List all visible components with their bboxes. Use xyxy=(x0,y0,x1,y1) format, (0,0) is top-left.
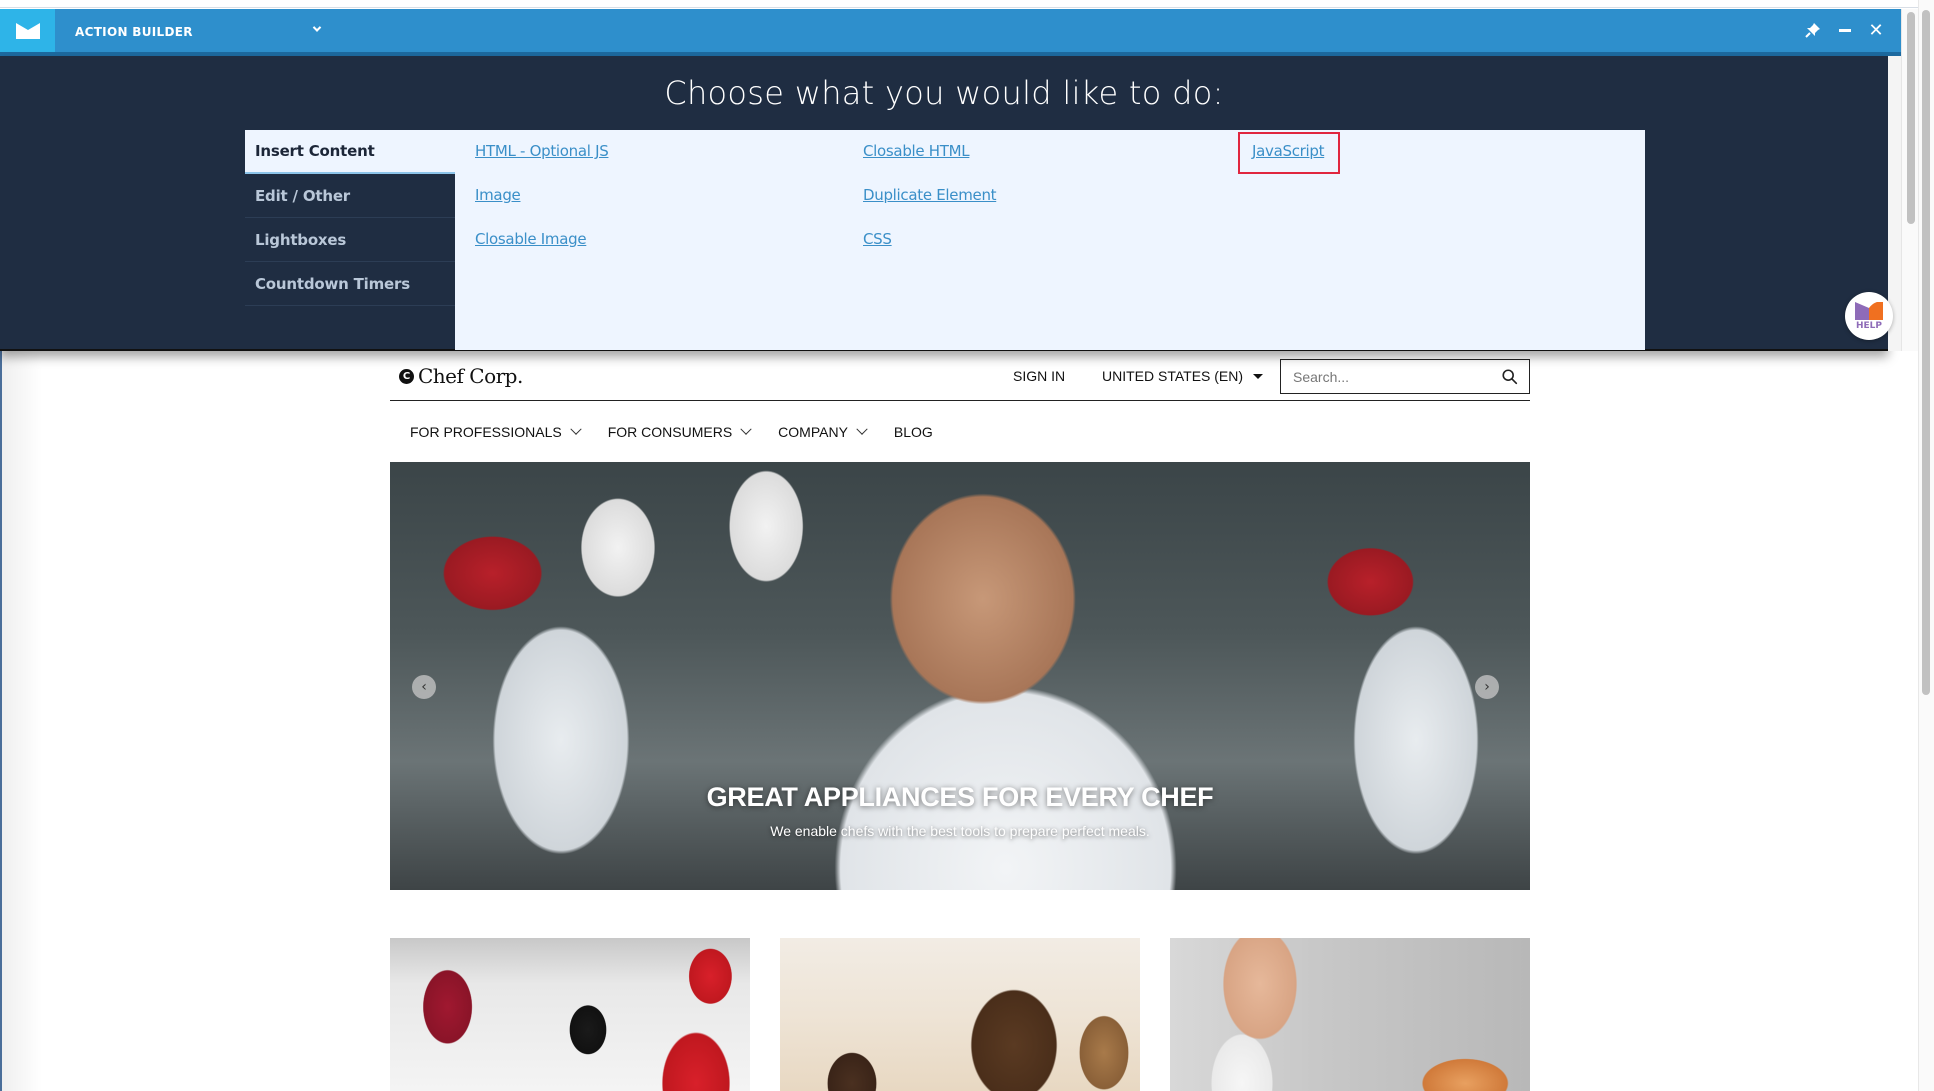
action-javascript[interactable]: JavaScript xyxy=(1252,142,1325,160)
hero-carousel: ‹ › GREAT APPLIANCES FOR EVERY CHEF We e… xyxy=(390,462,1530,890)
action-html-optional-js[interactable]: HTML - Optional JS xyxy=(475,142,609,160)
site-logo[interactable]: C Chef Corp. xyxy=(399,364,523,388)
header-divider xyxy=(390,400,1530,401)
action-builder-panel: Choose what you would like to do: Insert… xyxy=(0,56,1888,351)
carousel-next-button[interactable]: › xyxy=(1475,675,1499,699)
action-closable-html[interactable]: Closable HTML xyxy=(863,142,970,160)
nav-for-consumers[interactable]: FOR CONSUMERS xyxy=(607,423,752,440)
promo-card-chefs[interactable] xyxy=(390,938,750,1091)
region-label: UNITED STATES (EN) xyxy=(1102,368,1244,384)
chevron-down-icon xyxy=(570,423,582,435)
region-selector[interactable]: UNITED STATES (EN) xyxy=(1102,368,1264,384)
help-button[interactable]: HELP xyxy=(1845,292,1893,340)
chevron-left-icon: ‹ xyxy=(421,679,427,695)
caret-down-icon xyxy=(1253,373,1264,379)
site-search[interactable] xyxy=(1280,359,1530,394)
chevron-down-icon xyxy=(312,23,322,32)
nav-company[interactable]: COMPANY xyxy=(778,423,868,440)
category-tabs: Insert Content Edit / Other Lightboxes C… xyxy=(245,130,455,306)
action-closable-image[interactable]: Closable Image xyxy=(475,230,587,248)
hero-subtitle: We enable chefs with the best tools to p… xyxy=(770,823,1150,839)
promo-card-consumers[interactable] xyxy=(780,938,1140,1091)
action-builder-title: ACTION BUILDER xyxy=(75,25,193,39)
tab-insert-content[interactable]: Insert Content xyxy=(245,130,455,174)
chevron-down-icon xyxy=(740,423,752,435)
brand-name: Chef Corp. xyxy=(418,364,523,388)
tab-edit-other[interactable]: Edit / Other xyxy=(245,174,455,218)
page-scrollbar-thumb[interactable] xyxy=(1922,10,1930,695)
search-input[interactable] xyxy=(1293,368,1501,385)
tab-countdown-timers[interactable]: Countdown Timers xyxy=(245,262,455,306)
help-logo-icon xyxy=(1855,301,1883,320)
nav-blog[interactable]: BLOG xyxy=(894,424,933,440)
sign-in-link[interactable]: SIGN IN xyxy=(1013,368,1065,384)
window-top-edge xyxy=(0,0,1918,8)
nav-label: FOR CONSUMERS xyxy=(607,424,733,440)
action-builder-titlebar xyxy=(0,9,1901,52)
action-duplicate-element[interactable]: Duplicate Element xyxy=(863,186,997,204)
chevron-right-icon: › xyxy=(1484,679,1490,695)
chevron-down-icon xyxy=(856,423,868,435)
envelope-logo-icon xyxy=(15,22,40,39)
pin-button[interactable] xyxy=(1803,20,1823,40)
action-css[interactable]: CSS xyxy=(863,230,892,248)
pin-icon xyxy=(1805,23,1820,38)
panel-scrollbar-thumb[interactable] xyxy=(1907,12,1915,224)
search-icon[interactable] xyxy=(1501,368,1519,386)
carousel-prev-button[interactable]: ‹ xyxy=(412,675,436,699)
page-shade xyxy=(2,350,42,1091)
action-image[interactable]: Image xyxy=(475,186,521,204)
help-label: HELP xyxy=(1855,320,1882,331)
nav-label: FOR PROFESSIONALS xyxy=(410,424,562,440)
close-icon: ✕ xyxy=(1868,19,1884,41)
screen: C Chef Corp. SIGN IN UNITED STATES (EN) … xyxy=(0,0,1934,1091)
brand-mark-icon: C xyxy=(399,368,414,384)
minimize-button[interactable] xyxy=(1835,20,1855,40)
close-button[interactable]: ✕ xyxy=(1866,19,1886,41)
minimize-icon xyxy=(1839,28,1851,32)
main-nav: FOR PROFESSIONALS FOR CONSUMERS COMPANY … xyxy=(410,423,961,440)
action-options: HTML - Optional JS Image Closable Image … xyxy=(455,130,1645,350)
action-builder-heading: Choose what you would like to do: xyxy=(664,74,1224,112)
promo-card-service[interactable] xyxy=(1170,938,1530,1091)
nav-for-professionals[interactable]: FOR PROFESSIONALS xyxy=(410,423,582,440)
action-builder-logo xyxy=(0,9,55,52)
nav-label: BLOG xyxy=(893,424,933,440)
title-dropdown-toggle[interactable] xyxy=(310,22,324,36)
nav-label: COMPANY xyxy=(778,424,848,440)
hero-title: GREAT APPLIANCES FOR EVERY CHEF xyxy=(706,782,1214,812)
tab-lightboxes[interactable]: Lightboxes xyxy=(245,218,455,262)
